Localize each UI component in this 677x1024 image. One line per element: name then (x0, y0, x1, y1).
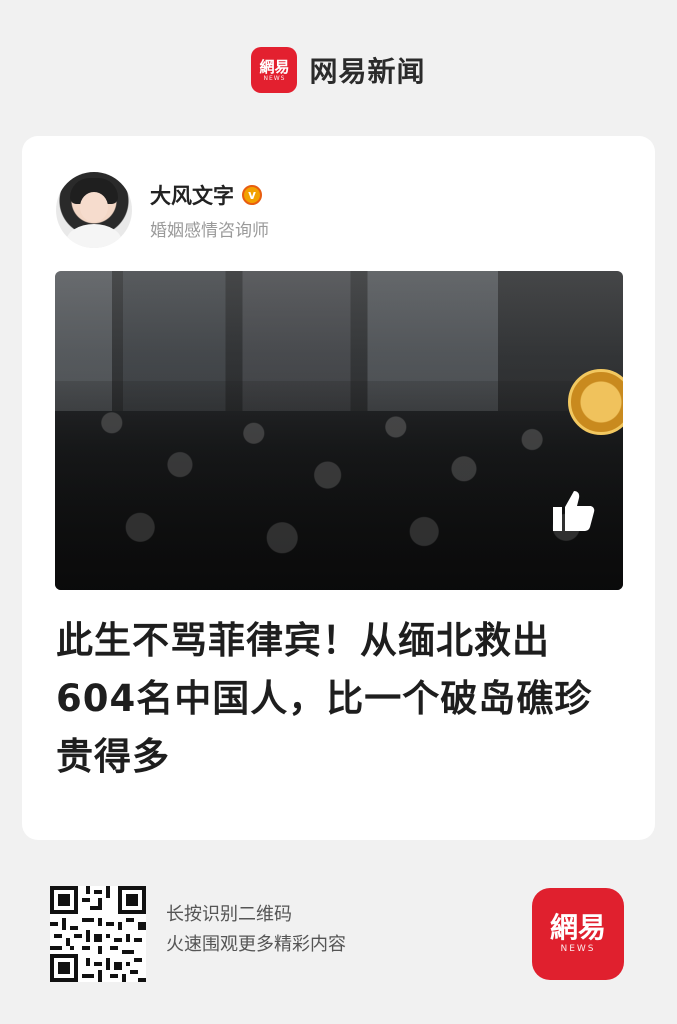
author-name[interactable]: 大风文字 (150, 180, 234, 210)
logo-text: 網易 (259, 57, 290, 76)
netease-news-footer-logo-icon: 網易 NEWS (532, 888, 624, 980)
avatar-body (66, 224, 122, 248)
netease-news-logo-icon: 網易 NEWS (251, 47, 298, 93)
avatar[interactable] (56, 172, 132, 248)
logo-subtext: NEWS (263, 74, 286, 82)
author-text: 大风文字 v 婚姻感情咨询师 (150, 180, 269, 241)
verified-badge-icon: v (242, 184, 262, 205)
thumbs-up-icon[interactable] (549, 487, 597, 535)
avatar-face (80, 192, 108, 222)
author-info[interactable]: 大风文字 v 婚姻感情咨询师 (56, 168, 269, 252)
author-title: 婚姻感情咨询师 (150, 220, 269, 241)
qr-caption-line2: 火速围观更多精彩内容 (166, 934, 346, 955)
article-card[interactable]: 大风文字 v 婚姻感情咨询师 1 此生不骂菲律宾！从缅北救出604名中国人，比一… (22, 136, 655, 840)
footer-logo-text: 網易 (549, 911, 606, 944)
app-header: 網易 NEWS 网易新闻 (0, 42, 677, 98)
app-name: 网易新闻 (309, 55, 426, 88)
qr-caption-line1: 长按识别二维码 (166, 904, 292, 925)
qr-code-icon (50, 886, 146, 982)
qr-caption: 长按识别二维码 火速围观更多精彩内容 (166, 900, 346, 960)
crowd-scene (55, 381, 623, 590)
article-headline[interactable]: 此生不骂菲律宾！从缅北救出604名中国人，比一个破岛礁珍贵得多 (56, 612, 622, 786)
video-thumbnail[interactable]: 1 (55, 271, 623, 590)
qr-code[interactable] (50, 886, 146, 982)
footer-logo-subtext: NEWS (560, 944, 596, 954)
author-name-row: 大风文字 v (150, 180, 269, 210)
